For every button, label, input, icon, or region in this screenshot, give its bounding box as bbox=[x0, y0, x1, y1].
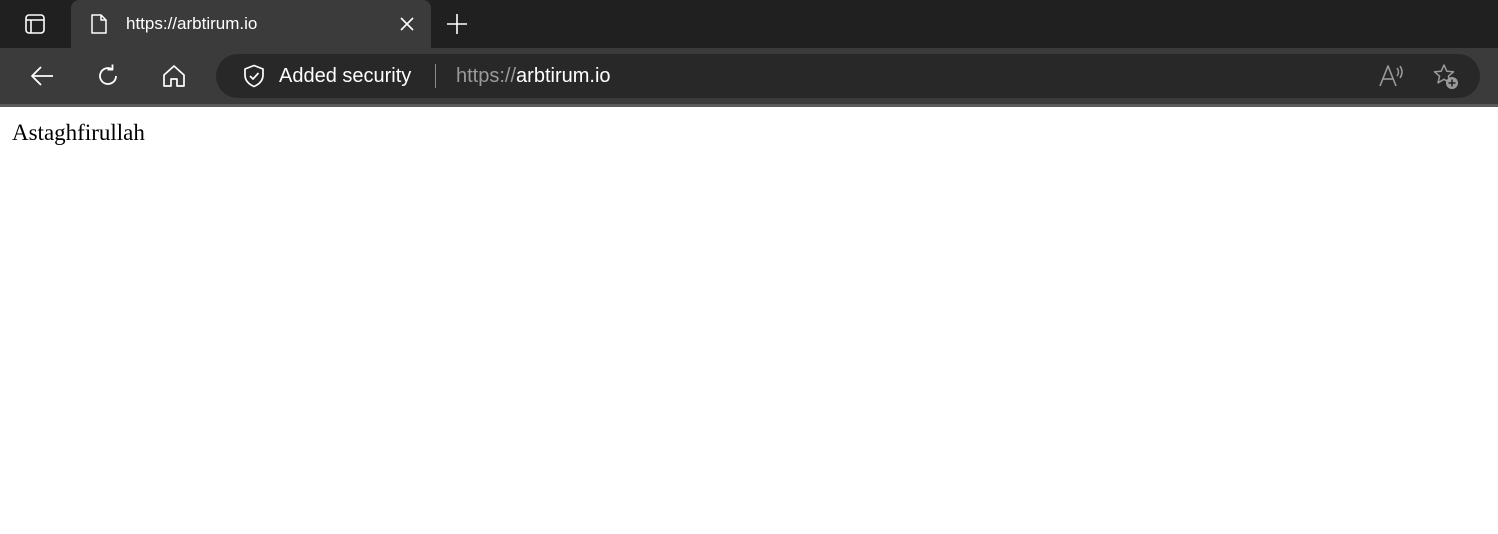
add-favorite-button[interactable] bbox=[1432, 63, 1460, 91]
tab-close-button[interactable] bbox=[397, 14, 417, 34]
security-label[interactable]: Added security bbox=[279, 64, 411, 88]
page-icon bbox=[89, 12, 109, 36]
address-divider bbox=[435, 64, 436, 88]
read-aloud-icon bbox=[1379, 65, 1403, 87]
back-button[interactable] bbox=[28, 62, 56, 90]
address-bar[interactable]: Added security https://arbtirum.io bbox=[216, 54, 1480, 98]
refresh-icon bbox=[99, 64, 117, 85]
refresh-button[interactable] bbox=[94, 62, 122, 90]
home-icon bbox=[163, 65, 185, 87]
page-body-text: Astaghfirullah bbox=[12, 120, 145, 145]
url-text[interactable]: https://arbtirum.io bbox=[456, 64, 611, 88]
back-arrow-icon bbox=[31, 66, 53, 86]
home-button[interactable] bbox=[160, 62, 188, 90]
new-tab-button[interactable] bbox=[445, 12, 469, 36]
close-icon bbox=[400, 17, 414, 31]
tab-active[interactable]: https://arbtirum.io bbox=[71, 0, 431, 48]
read-aloud-button[interactable] bbox=[1378, 64, 1406, 88]
toolbar: Added security https://arbtirum.io bbox=[0, 48, 1498, 104]
url-host: arbtirum.io bbox=[516, 65, 611, 87]
browser-window: https://arbtirum.io Added security https… bbox=[0, 0, 1498, 534]
shield-check-icon[interactable] bbox=[242, 64, 266, 88]
url-scheme: https:// bbox=[456, 65, 517, 87]
tab-actions-button[interactable] bbox=[14, 12, 56, 36]
star-add-icon bbox=[1433, 64, 1458, 89]
tab-actions-icon bbox=[25, 14, 45, 34]
tab-strip: https://arbtirum.io bbox=[0, 0, 1498, 48]
page-content: Astaghfirullah bbox=[0, 107, 1498, 534]
plus-icon bbox=[447, 14, 467, 34]
tab-title: https://arbtirum.io bbox=[126, 14, 258, 33]
